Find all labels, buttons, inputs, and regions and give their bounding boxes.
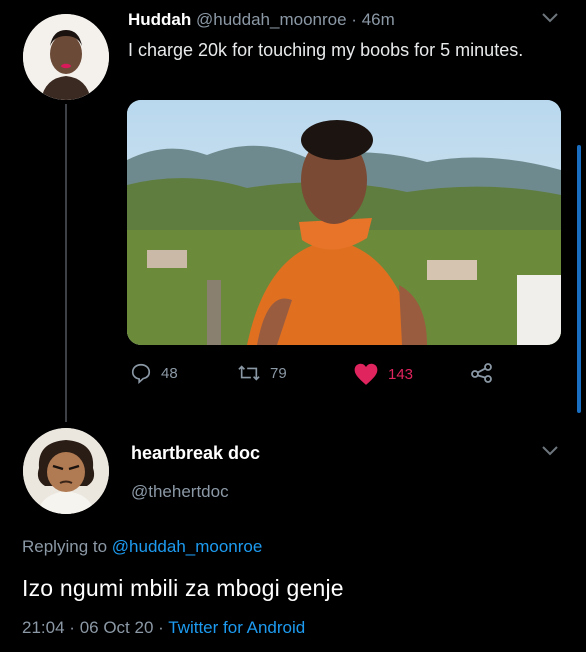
tweet-menu-button[interactable] (540, 10, 560, 29)
chevron-down-icon (542, 446, 558, 456)
share-icon (471, 363, 492, 383)
reply-time: 21:04 (22, 618, 65, 637)
tweet-time[interactable]: 46m (362, 10, 395, 29)
reply-author-avatar[interactable] (23, 428, 109, 514)
reply-author-handle[interactable]: @thehertdoc (131, 482, 229, 502)
retweet-icon (238, 365, 260, 381)
reply-text: Izo ngumi mbili za mbogi genje (22, 575, 344, 601)
thread-connector-line (65, 104, 67, 422)
replying-prefix: Replying to (22, 537, 108, 556)
tweet-header: Huddah @huddah_moonroe · 46m (128, 10, 395, 30)
heart-icon (354, 363, 378, 385)
tweet-photo[interactable] (127, 100, 561, 345)
tweet-text: I charge 20k for touching my boobs for 5… (128, 40, 524, 60)
reply-date: 06 Oct 20 (79, 618, 154, 637)
like-count: 143 (388, 365, 414, 383)
reply-icon (131, 363, 151, 384)
meta-separator-2: · (158, 618, 164, 637)
like-action[interactable]: 143 (353, 362, 413, 386)
replying-to: Replying to @huddah_moonroe (22, 537, 262, 557)
replying-mention-link[interactable]: @huddah_moonroe (112, 537, 263, 556)
reply-avatar-image (23, 428, 109, 514)
author-avatar-image (23, 14, 109, 100)
reply-author-name[interactable]: heartbreak doc (131, 443, 260, 464)
reply-menu-button[interactable] (540, 443, 560, 462)
share-action[interactable] (470, 362, 494, 384)
retweet-action[interactable]: 79 (237, 362, 287, 384)
reply-meta: 21:04 · 06 Oct 20 · Twitter for Android (22, 618, 305, 638)
author-name[interactable]: Huddah (128, 10, 191, 29)
scrollbar[interactable] (577, 145, 581, 413)
retweet-count: 79 (270, 364, 287, 382)
author-avatar[interactable] (23, 14, 109, 100)
meta-separator: · (69, 618, 75, 637)
author-handle[interactable]: @huddah_moonroe (196, 10, 347, 29)
tweet-actions: 48 79 143 (130, 362, 550, 392)
reply-count: 48 (161, 364, 178, 382)
reply-action[interactable]: 48 (130, 362, 178, 384)
header-separator: · (351, 10, 357, 29)
chevron-down-icon (542, 13, 558, 23)
photo-image (127, 100, 561, 345)
client-link[interactable]: Twitter for Android (168, 618, 305, 637)
